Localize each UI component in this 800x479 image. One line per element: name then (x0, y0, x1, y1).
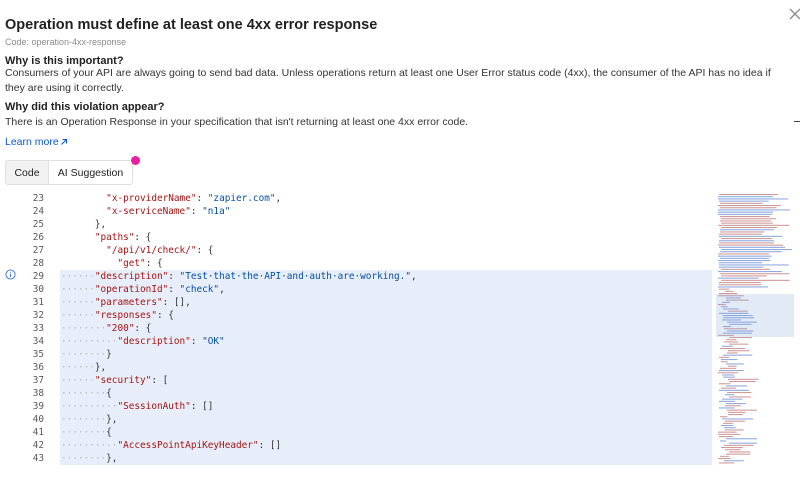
close-icon[interactable] (787, 6, 800, 22)
tab-bar: Code AI Suggestion (5, 156, 140, 185)
line-number: 34 (0, 335, 60, 348)
line-number: 26 (32, 232, 44, 243)
code-text: ··········"AccessPointApiKeyHeader": [] (61, 440, 282, 451)
line-number: 36 (0, 361, 60, 374)
code-text: "x-providerName": "zapier.com", (106, 193, 282, 204)
code-line: 26 "paths": { (0, 231, 712, 244)
info-icon[interactable] (5, 269, 16, 280)
scrollbar-indicator[interactable] (794, 121, 800, 122)
code-line: 36 ······}, (0, 361, 712, 374)
line-number: 43 (0, 452, 60, 465)
line-number: 42 (0, 439, 60, 452)
code-text: ··········"description": "OK" (61, 336, 225, 347)
code-line: 35 ········} (0, 348, 712, 361)
tab-code[interactable]: Code (5, 160, 49, 185)
line-number: 35 (0, 348, 60, 361)
code-text: ········{ (61, 427, 112, 438)
code-editor[interactable]: 23 "x-providerName": "zapier.com", 24 "x-… (0, 192, 800, 479)
code-text: ········}, (61, 414, 118, 425)
code-text: ········}, (61, 453, 118, 464)
code-line: 23 "x-providerName": "zapier.com", (0, 192, 712, 205)
code-line: 27 "/api/v1/check/": { (0, 244, 712, 257)
line-number: 25 (32, 219, 44, 230)
code-text: ······"responses": { (61, 310, 174, 321)
page-title: Operation must define at least one 4xx e… (5, 17, 378, 33)
minimap-viewport[interactable] (716, 294, 794, 337)
line-number: 32 (0, 309, 60, 322)
code-line: 31 ······"parameters": [], (0, 296, 712, 309)
line-number: 23 (32, 193, 44, 204)
code-line: 32 ······"responses": { (0, 309, 712, 322)
code-text: "/api/v1/check/": { (106, 245, 214, 256)
code-text: "get": { (117, 258, 163, 269)
external-link-icon (60, 138, 67, 145)
code-text: ······"parameters": [], (61, 297, 191, 308)
code-line: 40 ········}, (0, 413, 712, 426)
code-text: ··········"SessionAuth": [] (61, 401, 214, 412)
line-number: 31 (0, 296, 60, 309)
learn-more-label: Learn more (5, 136, 59, 148)
code-line: 43 ········}, (0, 452, 712, 465)
code-line: 24 "x-serviceName": "n1a" (0, 205, 712, 218)
code-text: ········{ (61, 388, 112, 399)
code-line: 25 }, (0, 218, 712, 231)
line-number: 27 (32, 245, 44, 256)
code-line: 41 ········{ (0, 426, 712, 439)
code-line: 38 ········{ (0, 387, 712, 400)
rule-code-label: Code: operation-4xx-response (5, 37, 127, 47)
line-number: 38 (0, 387, 60, 400)
code-line: 42 ··········"AccessPointApiKeyHeader": [… (0, 439, 712, 452)
line-number: 41 (0, 426, 60, 439)
code-text: ······"security": [ (61, 375, 169, 386)
code-text: ········"200": { (61, 323, 152, 334)
code-text: ········} (61, 349, 112, 360)
notification-dot (131, 156, 140, 165)
line-number: 30 (0, 283, 60, 296)
code-line: 30 ······"operationId": "check", (0, 283, 712, 296)
code-line: 34 ··········"description": "OK" (0, 335, 712, 348)
code-text: "x-serviceName": "n1a" (106, 206, 231, 217)
line-number: 24 (32, 206, 44, 217)
line-number: 37 (0, 374, 60, 387)
code-text: ······"description": "Test·that·the·API·… (61, 271, 417, 282)
line-number: 40 (0, 413, 60, 426)
code-line: 28 "get": { (0, 257, 712, 270)
code-text: ······}, (61, 362, 107, 373)
line-number: 39 (0, 400, 60, 413)
code-text: "paths": { (94, 232, 152, 243)
code-line: 39 ··········"SessionAuth": [] (0, 400, 712, 413)
code-line: 29 ······"description": "Test·that·the·AP… (0, 270, 712, 283)
tab-ai-suggestion[interactable]: AI Suggestion (49, 160, 133, 185)
section-body-violation: There is an Operation Response in your s… (5, 116, 469, 128)
code-line: 37 ······"security": [ (0, 374, 712, 387)
code-line: 33 ········"200": { (0, 322, 712, 335)
code-text: ······"operationId": "check", (61, 284, 225, 295)
code-text: }, (94, 219, 107, 230)
section-title-violation: Why did this violation appear? (5, 101, 165, 113)
minimap[interactable] (716, 192, 794, 467)
line-number: 33 (0, 322, 60, 335)
section-body-importance: Consumers of your API are always going t… (5, 67, 771, 94)
learn-more-link[interactable]: Learn more (5, 136, 68, 148)
